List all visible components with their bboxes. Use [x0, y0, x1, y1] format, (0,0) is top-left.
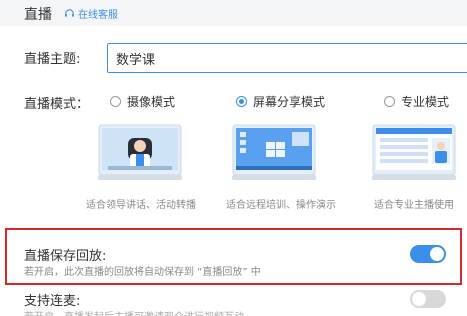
topic-input[interactable]	[107, 43, 467, 73]
mode-caption-camera: 适合领导讲话、活动转播	[86, 200, 196, 211]
mode-option-camera[interactable]: 摄像模式	[110, 93, 175, 110]
online-support-link[interactable]: 在线客服	[64, 6, 118, 21]
co-host-label: 支持连麦:	[24, 294, 81, 309]
mode-option-pro[interactable]: 专业模式	[384, 93, 449, 110]
save-replay-toggle[interactable]	[410, 245, 446, 263]
mode-option-pro-label: 专业模式	[401, 95, 450, 109]
headset-icon	[65, 9, 74, 17]
co-host-toggle[interactable]	[410, 290, 446, 308]
save-replay-label: 直播保存回放:	[24, 249, 107, 264]
top-bar: 直播 在线客服	[0, 0, 467, 26]
mode-label: 直播模式：	[24, 97, 90, 112]
radio-camera[interactable]	[110, 96, 121, 107]
radio-pro[interactable]	[384, 96, 395, 107]
topic-label: 直播主题:	[24, 52, 81, 67]
mode-caption-screen-share: 适合远程培训、操作演示	[226, 200, 336, 211]
radio-screen-share[interactable]	[236, 96, 247, 107]
mode-option-screen-share[interactable]: 屏幕分享模式	[236, 93, 325, 110]
toggle-knob	[412, 292, 426, 306]
mode-option-camera-label: 摄像模式	[127, 95, 176, 109]
camera-mode-illustration[interactable]	[98, 124, 182, 182]
pro-mode-illustration[interactable]	[372, 124, 456, 182]
mode-caption-pro: 适合专业主播使用	[374, 200, 454, 211]
page-title: 直播	[24, 7, 52, 23]
screen-share-illustration[interactable]	[232, 124, 316, 182]
toggle-knob	[430, 247, 444, 261]
mode-option-screen-share-label: 屏幕分享模式	[253, 95, 326, 109]
co-host-description: 若开启，直播发起后主播可邀请观众进行视频互动	[24, 308, 244, 316]
online-support-label: 在线客服	[78, 10, 118, 21]
save-replay-description: 若开启，此次直播的回放将自动保存到 “直播回放” 中	[24, 267, 261, 278]
